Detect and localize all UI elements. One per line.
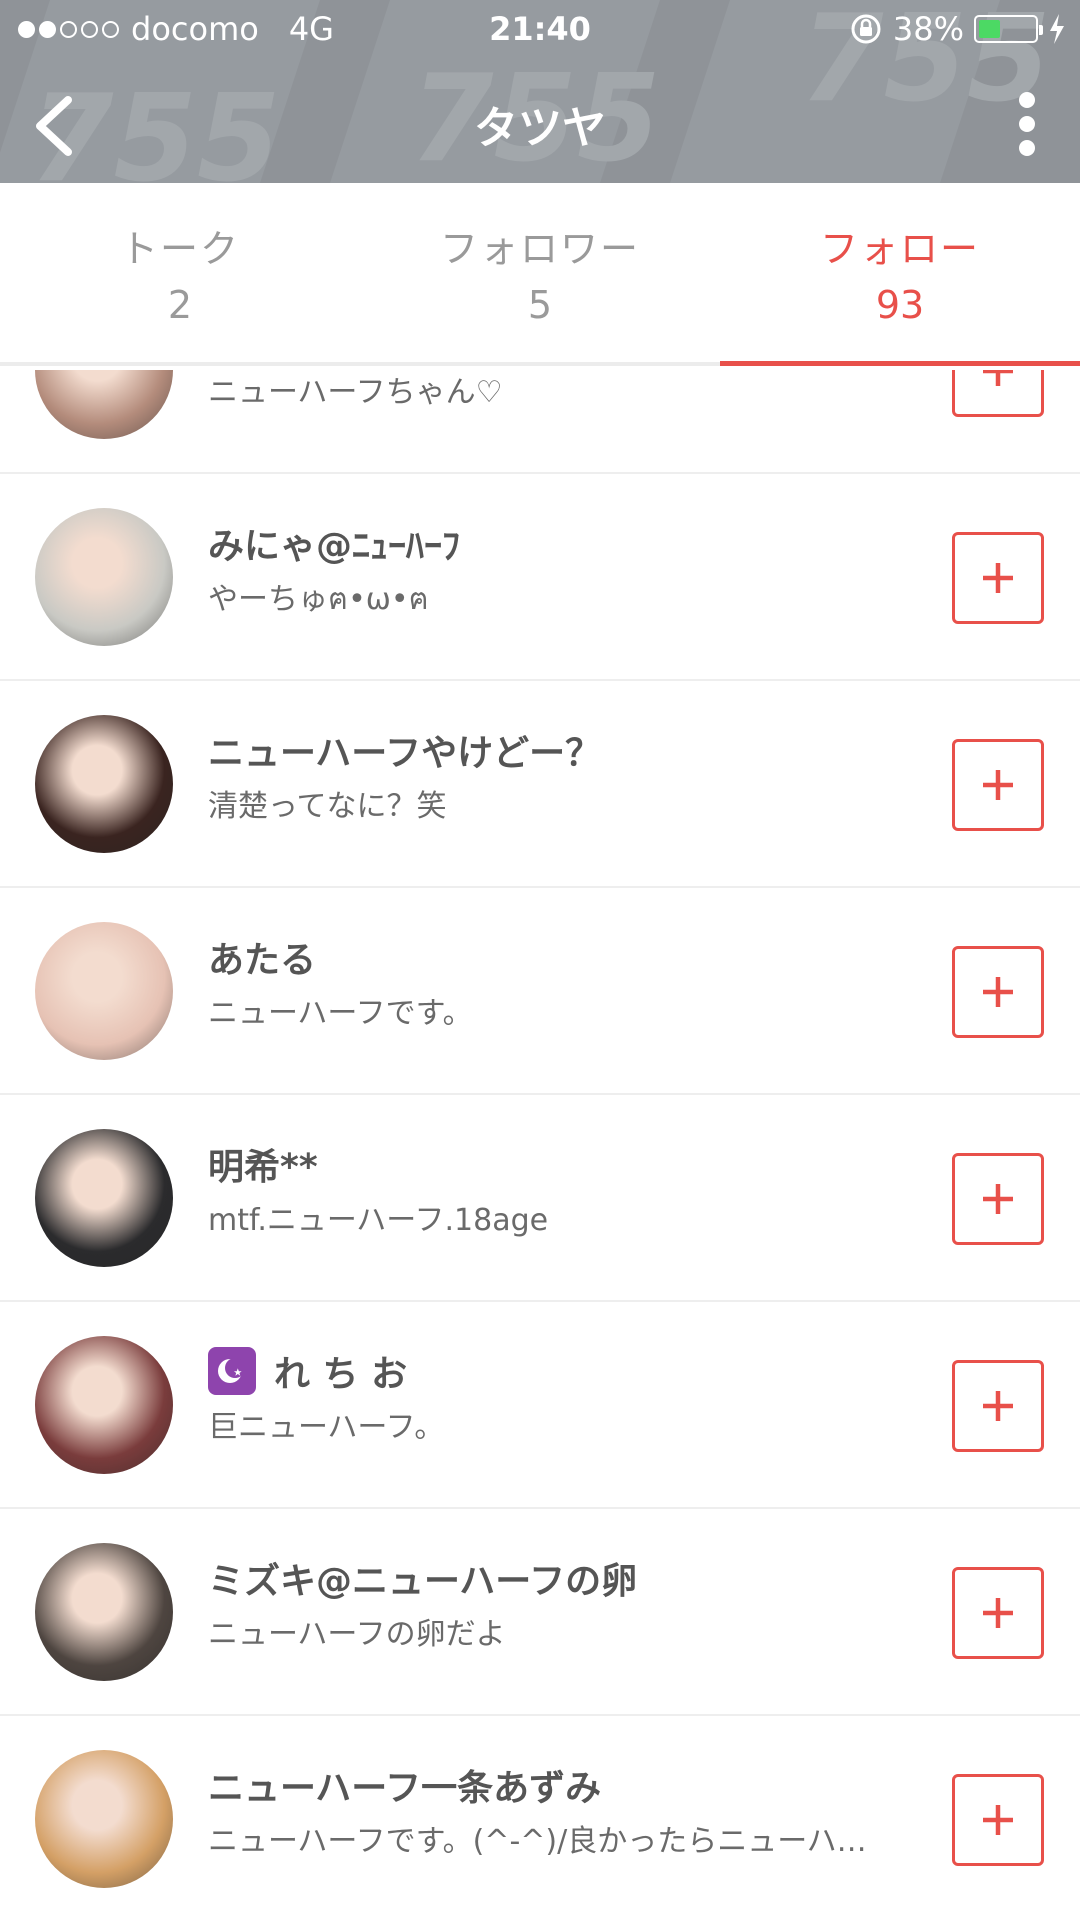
status-bar: docomo 4G 21:40 38% (0, 0, 1080, 60)
tab-bar: トーク 2 フォロワー 5 フォロー 93 (0, 183, 1080, 366)
plus-icon (983, 1391, 1013, 1421)
user-name: あたる (208, 940, 317, 981)
battery-level (979, 20, 1000, 38)
tab-count: 5 (527, 282, 553, 327)
user-name: ニューハーフ一条あずみ (208, 1768, 602, 1809)
more-dot-icon (1019, 140, 1035, 156)
user-bio: ニューハーフの卵だよ (208, 1617, 506, 1652)
avatar[interactable] (35, 1543, 173, 1681)
follow-button[interactable] (952, 370, 1044, 417)
user-name: 明希** (208, 1147, 318, 1188)
tab-label: フォロー (819, 227, 980, 271)
plus-icon (983, 1184, 1013, 1214)
tab-followers[interactable]: フォロワー 5 (360, 183, 720, 362)
list-item[interactable]: ミズキ@ニューハーフの卵 ニューハーフの卵だよ (0, 1509, 1080, 1716)
tab-talk[interactable]: トーク 2 (0, 183, 360, 362)
list-item[interactable]: れ ち お 巨ニューハーフ。 (0, 1302, 1080, 1509)
user-bio: ニューハーフです。(^-^)/良かったらニューハ… (208, 1824, 867, 1859)
follow-button[interactable] (952, 1360, 1044, 1452)
avatar[interactable] (35, 370, 173, 439)
battery-icon (974, 15, 1043, 43)
charging-bolt-icon (1050, 14, 1064, 44)
follow-button[interactable] (952, 1567, 1044, 1659)
user-bio: ニューハーフちゃん♡ (208, 375, 503, 410)
page-title: タツヤ (474, 103, 606, 154)
user-bio: やーちゅฅ•ω•ฅ (208, 582, 429, 617)
user-bio: ニューハーフです。 (208, 996, 473, 1031)
list-item[interactable]: 明希** mtf.ニューハーフ.18age (0, 1095, 1080, 1302)
avatar[interactable] (35, 1750, 173, 1888)
list-item[interactable]: ニューハーフやけどー？ 清楚ってなに？笑 (0, 681, 1080, 888)
list-item[interactable]: ニューハーフ一条あずみ ニューハーフです。(^-^)/良かったらニューハ… (0, 1716, 1080, 1920)
tab-label: トーク (119, 227, 240, 271)
more-dot-icon (1019, 116, 1035, 132)
follow-button[interactable] (952, 1774, 1044, 1866)
plus-icon (983, 770, 1013, 800)
plus-icon (983, 370, 1013, 386)
list-item[interactable]: あたる ニューハーフです。 (0, 888, 1080, 1095)
plus-icon (983, 1598, 1013, 1628)
follow-button[interactable] (952, 1153, 1044, 1245)
follow-button[interactable] (952, 532, 1044, 624)
follow-button[interactable] (952, 739, 1044, 831)
list-item[interactable]: ニューハーフちゃん♡ (0, 370, 1080, 474)
avatar[interactable] (35, 1336, 173, 1474)
plus-icon (983, 563, 1013, 593)
user-bio: 巨ニューハーフ。 (208, 1410, 445, 1445)
tab-count: 2 (167, 282, 193, 327)
header: 755 755 755 docomo 4G 21:40 38% タツヤ (0, 0, 1080, 183)
following-list[interactable]: ニューハーフちゃん♡ みにゃ@ﾆｭｰﾊｰﾌ やーちゅฅ•ω•ฅ ニューハーフやけ… (0, 370, 1080, 1920)
user-name: ミズキ@ニューハーフの卵 (208, 1561, 638, 1602)
more-dot-icon (1019, 92, 1035, 108)
more-options-button[interactable] (1014, 92, 1040, 156)
list-item[interactable]: みにゃ@ﾆｭｰﾊｰﾌ やーちゅฅ•ω•ฅ (0, 474, 1080, 681)
user-name: ニューハーフやけどー？ (208, 733, 602, 774)
plus-icon (983, 1805, 1013, 1835)
avatar[interactable] (35, 715, 173, 853)
battery-percent: 38% (892, 10, 964, 48)
moon-emoji-icon (208, 1347, 256, 1395)
tab-label: フォロワー (439, 227, 640, 271)
user-name: れ ち お (208, 1346, 908, 1396)
avatar[interactable] (35, 508, 173, 646)
user-name: みにゃ@ﾆｭｰﾊｰﾌ (208, 526, 461, 567)
avatar[interactable] (35, 922, 173, 1060)
follow-button[interactable] (952, 946, 1044, 1038)
tab-count: 93 (875, 282, 925, 327)
status-right: 38% (849, 10, 1066, 48)
user-bio: mtf.ニューハーフ.18age (208, 1203, 549, 1238)
rotation-lock-icon (851, 14, 881, 44)
plus-icon (983, 977, 1013, 1007)
avatar[interactable] (35, 1129, 173, 1267)
tab-following[interactable]: フォロー 93 (720, 183, 1080, 366)
user-bio: 清楚ってなに？笑 (208, 789, 447, 824)
